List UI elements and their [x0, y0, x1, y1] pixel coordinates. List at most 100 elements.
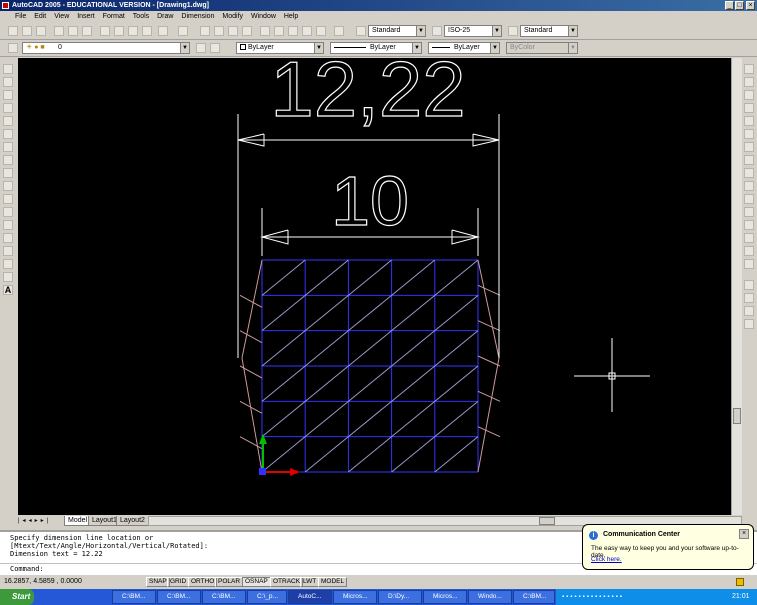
task-folder-d[interactable]: D:\Dy... — [378, 590, 422, 604]
model-toggle[interactable]: MODEL — [318, 577, 348, 587]
drawing-canvas[interactable]: 12,22 10 — [18, 44, 731, 515]
insert-block-icon[interactable] — [3, 207, 13, 217]
scale-icon[interactable] — [744, 155, 754, 165]
undo-icon[interactable] — [158, 26, 168, 36]
table-style-select[interactable]: Standard ▼ — [520, 25, 578, 37]
make-object-layer-current-icon[interactable] — [196, 43, 206, 53]
vertical-scroll-thumb[interactable] — [733, 408, 741, 424]
offset-icon[interactable] — [744, 103, 754, 113]
polar-toggle[interactable]: POLAR — [215, 577, 244, 587]
layer-select[interactable]: ☀ ● ■ 0 ▼ — [22, 42, 190, 54]
fillet-icon[interactable] — [744, 246, 754, 256]
lwt-toggle[interactable]: LWT — [300, 577, 320, 587]
color-select[interactable]: ByLayer ▼ — [236, 42, 324, 54]
menu-format[interactable]: Format — [100, 11, 128, 22]
linetype-select[interactable]: ByLayer ▼ — [330, 42, 422, 54]
construction-line-icon[interactable] — [3, 77, 13, 87]
task-autocad[interactable]: AutoC... — [288, 590, 332, 604]
task-explorer-5[interactable]: C:\BM... — [513, 590, 555, 604]
menu-file[interactable]: File — [12, 11, 29, 22]
text-style-icon[interactable] — [356, 26, 366, 36]
copy-object-icon[interactable] — [744, 77, 754, 87]
save-icon[interactable] — [36, 26, 46, 36]
array-icon[interactable] — [744, 116, 754, 126]
task-word-2[interactable]: Micros... — [423, 590, 467, 604]
sheet-set-icon[interactable] — [302, 26, 312, 36]
tool-palettes-icon[interactable] — [288, 26, 298, 36]
menu-edit[interactable]: Edit — [31, 11, 49, 22]
task-windows[interactable]: Windo... — [468, 590, 512, 604]
menu-window[interactable]: Window — [248, 11, 279, 22]
osnap-toggle[interactable]: OSNAP — [242, 577, 271, 587]
mirror-icon[interactable] — [744, 90, 754, 100]
markup-icon[interactable] — [316, 26, 326, 36]
balloon-link[interactable]: Click here. — [591, 556, 622, 563]
communication-center-icon[interactable] — [736, 578, 744, 586]
redo-icon[interactable] — [178, 26, 188, 36]
polyline-icon[interactable] — [3, 90, 13, 100]
line-icon[interactable] — [3, 64, 13, 74]
join-icon[interactable] — [744, 220, 754, 230]
circle-icon[interactable] — [3, 142, 13, 152]
arc-icon[interactable] — [3, 129, 13, 139]
dim-style-icon[interactable] — [432, 26, 442, 36]
move-icon[interactable] — [744, 129, 754, 139]
autocad-app-icon[interactable] — [2, 2, 9, 9]
open-icon[interactable] — [22, 26, 32, 36]
plot-preview-icon[interactable] — [68, 26, 78, 36]
stretch-icon[interactable] — [744, 168, 754, 178]
menu-insert[interactable]: Insert — [74, 11, 98, 22]
ortho-toggle[interactable]: ORTHO — [188, 577, 218, 587]
bring-above-icon[interactable] — [744, 319, 754, 329]
menu-modify[interactable]: Modify — [219, 11, 246, 22]
zoom-previous-icon[interactable] — [242, 26, 252, 36]
menu-dimension[interactable]: Dimension — [178, 11, 217, 22]
region-icon[interactable] — [3, 272, 13, 282]
rotate-icon[interactable] — [744, 142, 754, 152]
help-icon[interactable] — [334, 26, 344, 36]
maximize-button[interactable]: □ — [735, 1, 744, 10]
lineweight-select[interactable]: ByLayer ▼ — [428, 42, 500, 54]
ellipse-arc-icon[interactable] — [3, 194, 13, 204]
task-word-1[interactable]: Micros... — [333, 590, 377, 604]
dim-style-select[interactable]: ISO-25 ▼ — [444, 25, 502, 37]
menu-help[interactable]: Help — [281, 11, 301, 22]
task-explorer-4[interactable]: C:\_p... — [247, 590, 287, 604]
otrack-toggle[interactable]: OTRACK — [270, 577, 304, 587]
bring-to-front-icon[interactable] — [744, 293, 754, 303]
explode-icon[interactable] — [744, 259, 754, 269]
gradient-icon[interactable] — [3, 259, 13, 269]
close-button[interactable]: × — [746, 1, 755, 10]
match-properties-icon[interactable] — [142, 26, 152, 36]
properties-icon[interactable] — [260, 26, 270, 36]
tray-icons[interactable]: ▪▪▪▪▪▪▪▪▪▪▪▪▪▪▪ — [562, 593, 712, 601]
copy-icon[interactable] — [114, 26, 124, 36]
paste-icon[interactable] — [128, 26, 138, 36]
send-to-back-icon[interactable] — [744, 306, 754, 316]
ellipse-icon[interactable] — [3, 181, 13, 191]
tab-layout2[interactable]: Layout2 — [116, 516, 149, 526]
balloon-close-button[interactable]: × — [739, 529, 749, 539]
trim-icon[interactable] — [744, 181, 754, 191]
draw-order-icon[interactable] — [744, 280, 754, 290]
start-button[interactable]: Start — [0, 589, 34, 605]
task-explorer-3[interactable]: C:\BM... — [202, 590, 246, 604]
point-icon[interactable] — [3, 233, 13, 243]
zoom-window-icon[interactable] — [228, 26, 238, 36]
break-icon[interactable] — [744, 207, 754, 217]
rectangle-icon[interactable] — [3, 116, 13, 126]
grid-toggle[interactable]: GRID — [167, 577, 190, 587]
text-style-select[interactable]: Standard ▼ — [368, 25, 426, 37]
task-explorer-2[interactable]: C:\BM... — [157, 590, 201, 604]
pan-icon[interactable] — [200, 26, 210, 36]
menu-tools[interactable]: Tools — [130, 11, 152, 22]
revision-cloud-icon[interactable] — [3, 155, 13, 165]
layer-manager-icon[interactable] — [8, 43, 18, 53]
minimize-button[interactable]: _ — [725, 1, 734, 10]
chamfer-icon[interactable] — [744, 233, 754, 243]
layer-previous-icon[interactable] — [210, 43, 220, 53]
erase-icon[interactable] — [744, 64, 754, 74]
publish-icon[interactable] — [82, 26, 92, 36]
table-style-icon[interactable] — [508, 26, 518, 36]
multiline-text-icon[interactable]: A — [3, 285, 13, 295]
